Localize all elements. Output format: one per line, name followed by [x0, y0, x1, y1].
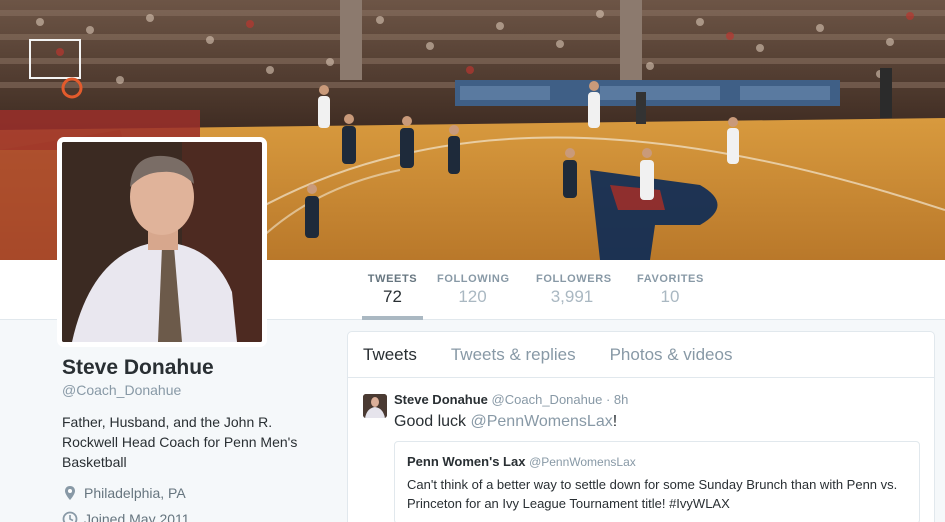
- quoted-tweet-header: Penn Women's Lax @PennWomensLax: [407, 454, 907, 469]
- tweet-avatar[interactable]: [363, 394, 387, 418]
- tweet-header: Steve Donahue @Coach_Donahue · 8h: [394, 392, 919, 407]
- tweet-mention-link[interactable]: @PennWomensLax: [470, 413, 612, 430]
- profile-avatar[interactable]: [57, 137, 267, 347]
- tweet-timestamp[interactable]: 8h: [614, 392, 628, 407]
- stat-tweets-value: 72: [383, 287, 402, 306]
- tab-tweets[interactable]: Tweets: [363, 345, 417, 365]
- timeline-tabs: Tweets Tweets & replies Photos & videos: [348, 332, 934, 378]
- profile-page: TWEETS 72 FOLLOWING 120 FOLLOWERS 3,991 …: [0, 0, 945, 522]
- profile-joined: Joined May 2011: [62, 508, 332, 522]
- stat-favorites-label: FAVORITES: [637, 273, 704, 285]
- tab-tweets-replies[interactable]: Tweets & replies: [451, 345, 576, 365]
- stat-tweets[interactable]: TWEETS 72: [362, 260, 423, 320]
- profile-location: Philadelphia, PA: [62, 482, 332, 504]
- stat-favorites-value: 10: [660, 287, 680, 306]
- tweet[interactable]: Steve Donahue @Coach_Donahue · 8h Good l…: [348, 378, 934, 522]
- tweet-author-name[interactable]: Steve Donahue: [394, 392, 488, 407]
- stat-following-label: FOLLOWING: [437, 273, 510, 285]
- tweet-text-before: Good luck: [394, 413, 471, 430]
- timeline: Tweets Tweets & replies Photos & videos …: [347, 331, 935, 522]
- stat-tweets-label: TWEETS: [367, 273, 418, 285]
- profile-handle[interactable]: @Coach_Donahue: [62, 382, 332, 398]
- stat-followers[interactable]: FOLLOWERS 3,991: [536, 260, 612, 320]
- tweet-text: Good luck @PennWomensLax!: [394, 413, 919, 431]
- quoted-author-name[interactable]: Penn Women's Lax: [407, 454, 525, 469]
- stat-following[interactable]: FOLLOWING 120: [437, 260, 510, 320]
- profile-card: Steve Donahue @Coach_Donahue Father, Hus…: [62, 356, 332, 522]
- profile-bio: Father, Husband, and the John R. Rockwel…: [62, 414, 298, 470]
- stat-following-value: 120: [458, 287, 487, 306]
- avatar-photo: [62, 142, 262, 342]
- tweet-separator: ·: [602, 392, 614, 407]
- profile-name[interactable]: Steve Donahue: [62, 356, 332, 380]
- quoted-tweet-text: Can't think of a better way to settle do…: [407, 477, 898, 511]
- quoted-tweet[interactable]: Penn Women's Lax @PennWomensLax Can't th…: [394, 441, 920, 522]
- profile-location-text: Philadelphia, PA: [84, 485, 186, 501]
- stat-favorites[interactable]: FAVORITES 10: [637, 260, 703, 320]
- profile-joined-text: Joined May 2011: [84, 511, 190, 522]
- stat-followers-value: 3,991: [550, 287, 594, 306]
- tab-photos-videos[interactable]: Photos & videos: [610, 345, 733, 365]
- tweet-author-handle[interactable]: @Coach_Donahue: [492, 392, 603, 407]
- tweet-text-after: !: [612, 413, 618, 430]
- stat-followers-label: FOLLOWERS: [536, 273, 612, 285]
- location-pin-icon: [65, 486, 75, 500]
- clock-icon: [62, 511, 78, 522]
- quoted-author-handle[interactable]: @PennWomensLax: [529, 455, 636, 469]
- tweet-avatar-photo: [363, 394, 387, 418]
